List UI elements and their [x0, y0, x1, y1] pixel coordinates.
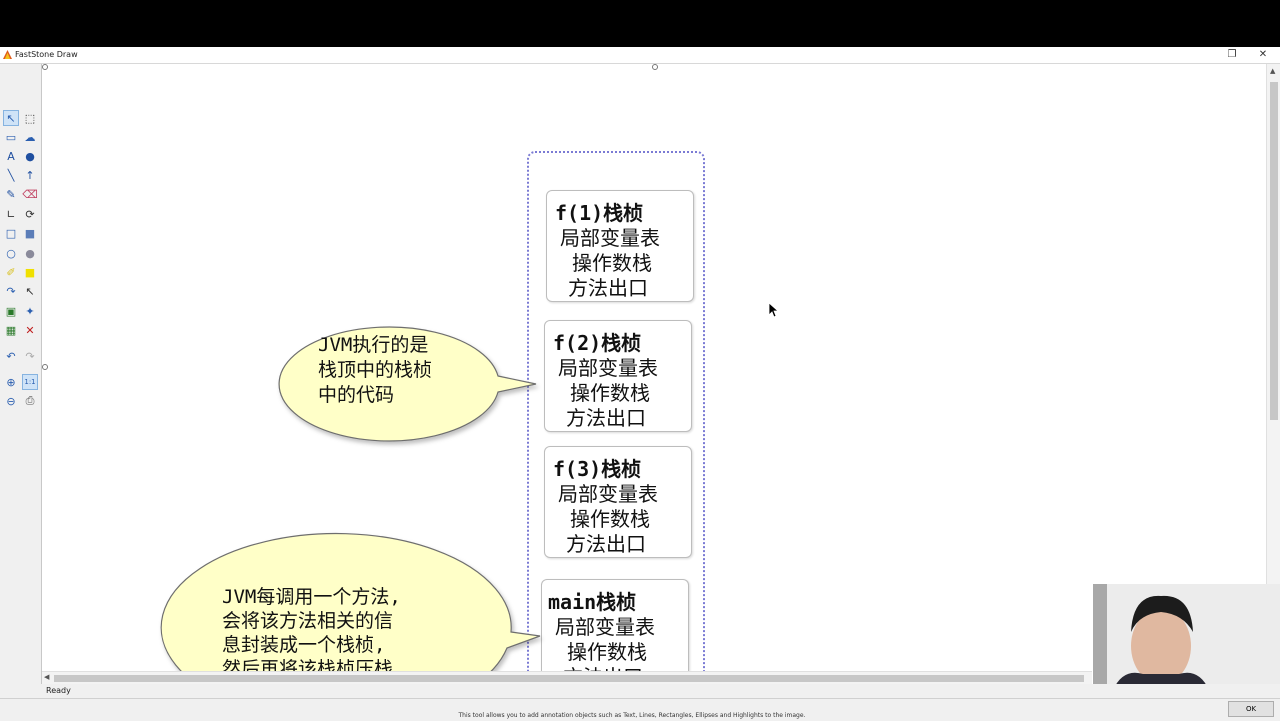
callout-2-text: JVM每调用一个方法, 会将该方法相关的信 息封装成一个栈桢, 然后再将该栈桢压… [0, 0, 1280, 671]
vertical-scrollbar[interactable]: ▲ [1266, 64, 1280, 671]
callout-line: JVM每调用一个方法, [222, 586, 401, 608]
webcam-overlay [1093, 584, 1280, 690]
ok-button[interactable]: OK [1228, 701, 1274, 717]
callout-line: 息封装成一个栈桢, [222, 634, 386, 656]
horizontal-scrollbar[interactable]: ◀ [42, 671, 1092, 685]
scroll-up-icon[interactable]: ▲ [1270, 67, 1275, 75]
vertical-scroll-thumb[interactable] [1270, 82, 1278, 420]
scroll-left-icon[interactable]: ◀ [44, 673, 49, 681]
callout-line: 然后再将该栈桢压栈 [222, 658, 394, 671]
status-text: Ready [46, 686, 71, 695]
status-bar: Ready [0, 684, 1280, 698]
tool-hint: This tool allows you to add annotation o… [458, 712, 806, 719]
horizontal-scroll-thumb[interactable] [54, 675, 1084, 682]
callout-line: 会将该方法相关的信 [222, 610, 394, 632]
mouse-cursor-icon [768, 302, 780, 318]
